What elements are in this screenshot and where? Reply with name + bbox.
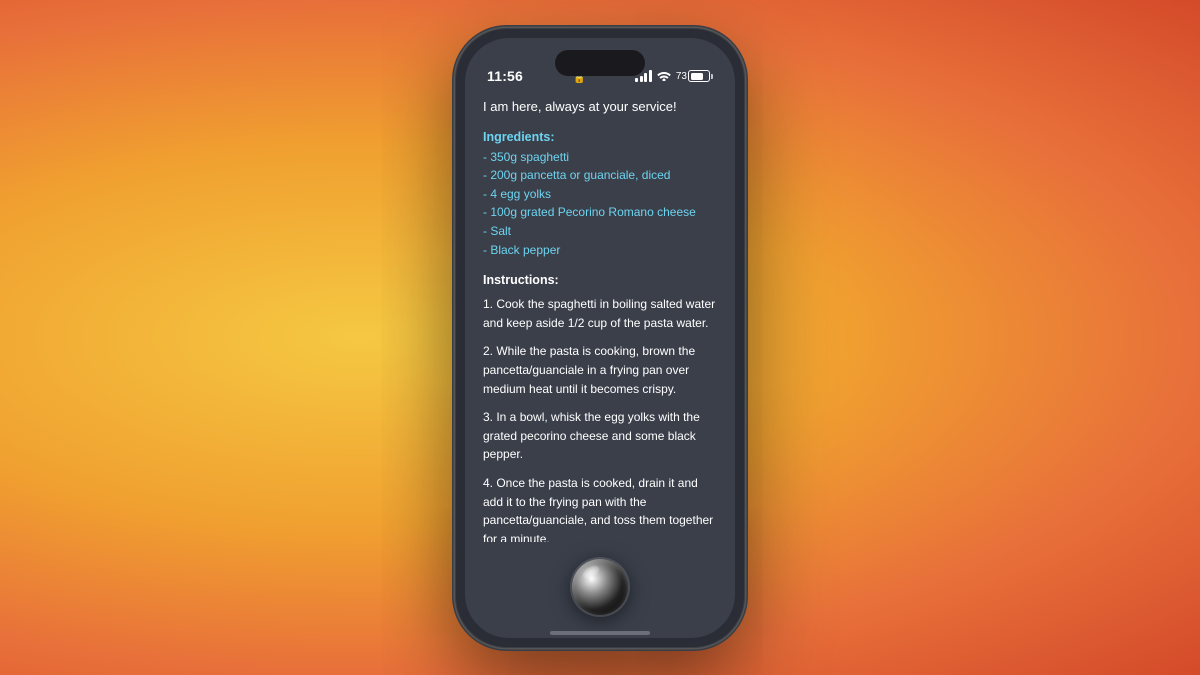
step-4: 4. Once the pasta is cooked, drain it an… <box>483 474 717 542</box>
phone-body: 11:56 🔒 73 <box>455 28 745 648</box>
phone-device: 11:56 🔒 73 <box>455 28 745 648</box>
siri-bottom-bar <box>483 542 717 632</box>
list-item: - 200g pancetta or guanciale, diced <box>483 166 717 185</box>
instructions-section: Instructions: 1. Cook the spaghetti in b… <box>483 273 717 541</box>
ingredients-title: Ingredients: <box>483 130 717 144</box>
step-1: 1. Cook the spaghetti in boiling salted … <box>483 295 717 332</box>
status-time: 11:56 <box>487 68 523 84</box>
siri-orb-ring <box>572 559 628 615</box>
list-item: - 350g spaghetti <box>483 148 717 167</box>
home-indicator <box>465 632 735 638</box>
siri-response: I am here, always at your service! Ingre… <box>483 98 717 542</box>
home-bar <box>550 631 650 635</box>
dynamic-island <box>555 50 645 76</box>
wifi-icon <box>657 69 671 84</box>
siri-greeting: I am here, always at your service! <box>483 98 717 116</box>
battery-icon: 73 <box>676 70 713 82</box>
battery-percent: 73 <box>676 71 687 82</box>
siri-content: I am here, always at your service! Ingre… <box>465 90 735 632</box>
list-item: - 100g grated Pecorino Romano cheese <box>483 203 717 222</box>
siri-orb[interactable] <box>572 559 628 615</box>
step-3: 3. In a bowl, whisk the egg yolks with t… <box>483 408 717 464</box>
status-icons: 73 <box>635 69 713 84</box>
list-item: - Salt <box>483 222 717 241</box>
list-item: - 4 egg yolks <box>483 185 717 204</box>
phone-screen: 11:56 🔒 73 <box>465 38 735 638</box>
ingredients-list: - 350g spaghetti - 200g pancetta or guan… <box>483 148 717 260</box>
step-2: 2. While the pasta is cooking, brown the… <box>483 342 717 398</box>
power-button[interactable] <box>745 198 748 278</box>
ingredients-section: Ingredients: - 350g spaghetti - 200g pan… <box>483 130 717 260</box>
list-item: - Black pepper <box>483 241 717 260</box>
instructions-title: Instructions: <box>483 273 717 287</box>
